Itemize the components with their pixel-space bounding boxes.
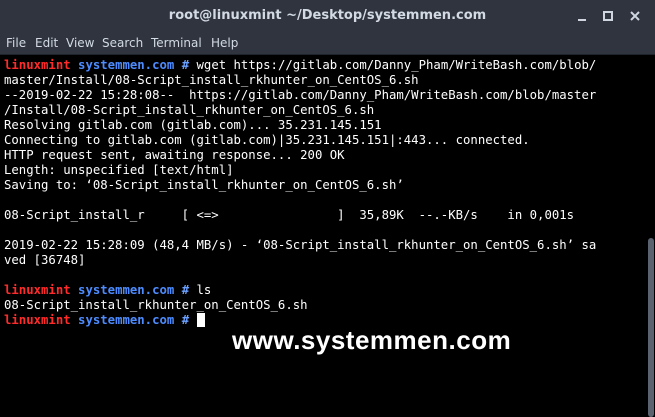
watermark: www.systemmen.com — [232, 325, 512, 355]
command-text: ls — [189, 283, 212, 297]
terminal-line: Length: unspecified [text/html] — [4, 163, 234, 177]
command-text: wget https://gitlab.com/Danny_Pham/Write… — [189, 58, 597, 72]
terminal-line: 08-Script_install_rkhunter_on_CentOS_6.s… — [4, 298, 308, 312]
terminal-line: linuxmint systemmen.com # wget https://g… — [4, 58, 596, 73]
menu-bar: File Edit View Search Terminal Help — [0, 33, 655, 55]
close-icon[interactable] — [625, 6, 645, 26]
minimize-icon[interactable] — [572, 6, 592, 26]
terminal-cursor — [196, 313, 205, 327]
terminal-line: linuxmint systemmen.com # — [4, 313, 205, 328]
terminal-line: Saving to: ‘08-Script_install_rkhunter_o… — [4, 178, 404, 192]
terminal-line: ved [36748] — [4, 253, 86, 267]
terminal-scrollbar[interactable] — [648, 238, 654, 417]
terminal-line: 08-Script_install_r [ <=> ] 35,89K --.-K… — [4, 208, 575, 222]
prompt-user: linuxmint — [4, 58, 71, 72]
menu-view[interactable]: View — [66, 36, 94, 50]
title-bar: root@linuxmint ~/Desktop/systemmen.com — [0, 0, 655, 33]
prompt-host: systemmen.com — [78, 58, 175, 72]
terminal-line: master/Install/08-Script_install_rkhunte… — [4, 73, 419, 87]
prompt-host: systemmen.com — [78, 313, 175, 327]
prompt-user: linuxmint — [4, 313, 71, 327]
menu-search[interactable]: Search — [102, 36, 143, 50]
terminal-line: Connecting to gitlab.com (gitlab.com)|35… — [4, 133, 530, 147]
menu-file[interactable]: File — [6, 36, 26, 50]
prompt-symbol: # — [181, 313, 190, 327]
terminal-line: 2019-02-22 15:28:09 (48,4 MB/s) - ‘08-Sc… — [4, 238, 597, 252]
terminal-line: /Install/08-Script_install_rkhunter_on_C… — [4, 103, 375, 117]
menu-edit[interactable]: Edit — [35, 36, 58, 50]
terminal-line: linuxmint systemmen.com # ls — [4, 283, 211, 298]
prompt-symbol: # — [181, 283, 190, 297]
terminal-line: --2019-02-22 15:28:08-- https://gitlab.c… — [4, 88, 597, 102]
maximize-icon[interactable] — [598, 6, 618, 26]
terminal-line: Resolving gitlab.com (gitlab.com)... 35.… — [4, 118, 382, 132]
prompt-symbol: # — [181, 58, 190, 72]
menu-help[interactable]: Help — [211, 36, 238, 50]
window-title: root@linuxmint ~/Desktop/systemmen.com — [168, 8, 487, 23]
prompt-host: systemmen.com — [78, 283, 175, 297]
terminal-area[interactable]: linuxmint systemmen.com # wget https://g… — [0, 55, 655, 417]
terminal-line: HTTP request sent, awaiting response... … — [4, 148, 345, 162]
menu-terminal[interactable]: Terminal — [151, 36, 202, 50]
prompt-user: linuxmint — [4, 283, 71, 297]
